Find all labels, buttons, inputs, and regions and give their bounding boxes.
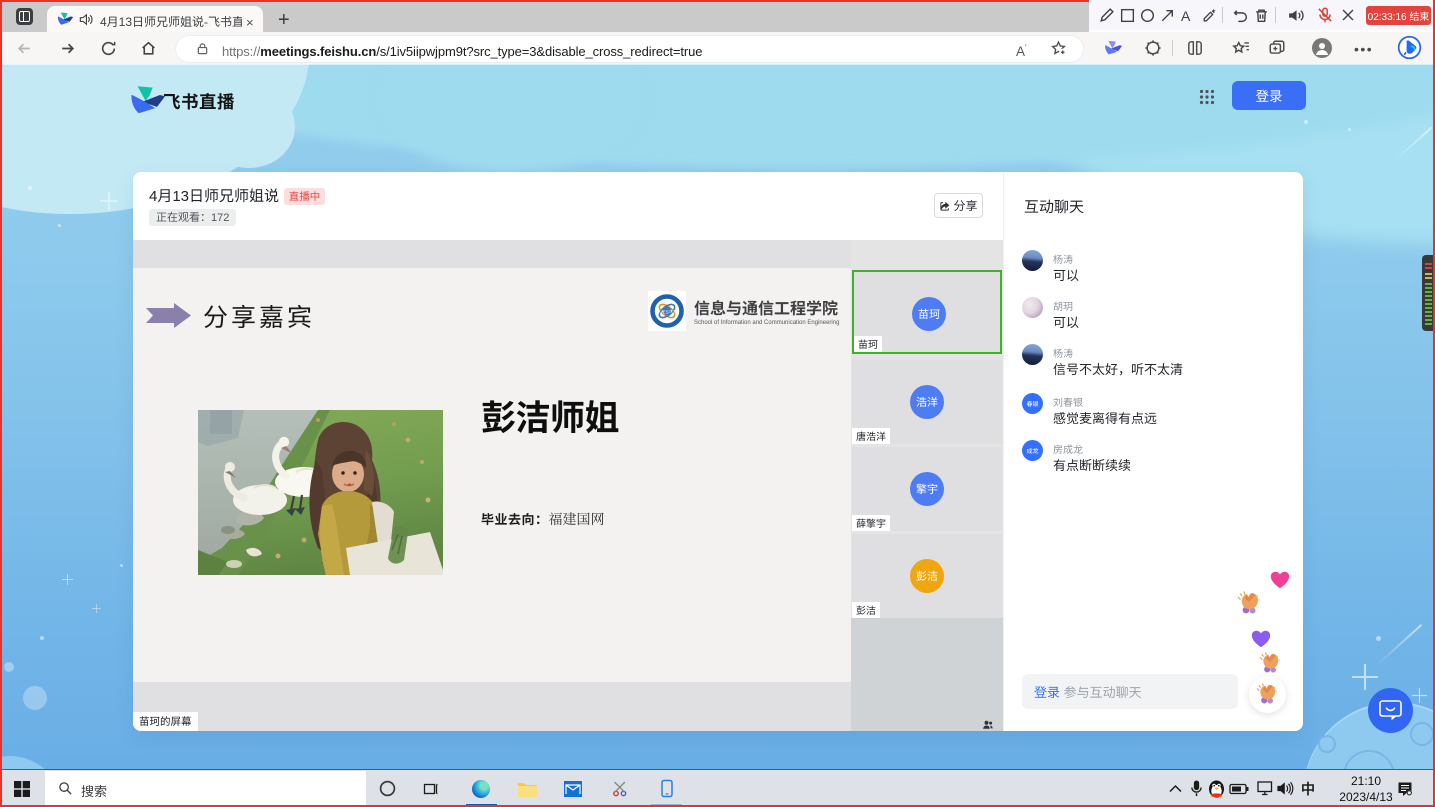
svg-text:UESTC: UESTC <box>659 310 675 315</box>
